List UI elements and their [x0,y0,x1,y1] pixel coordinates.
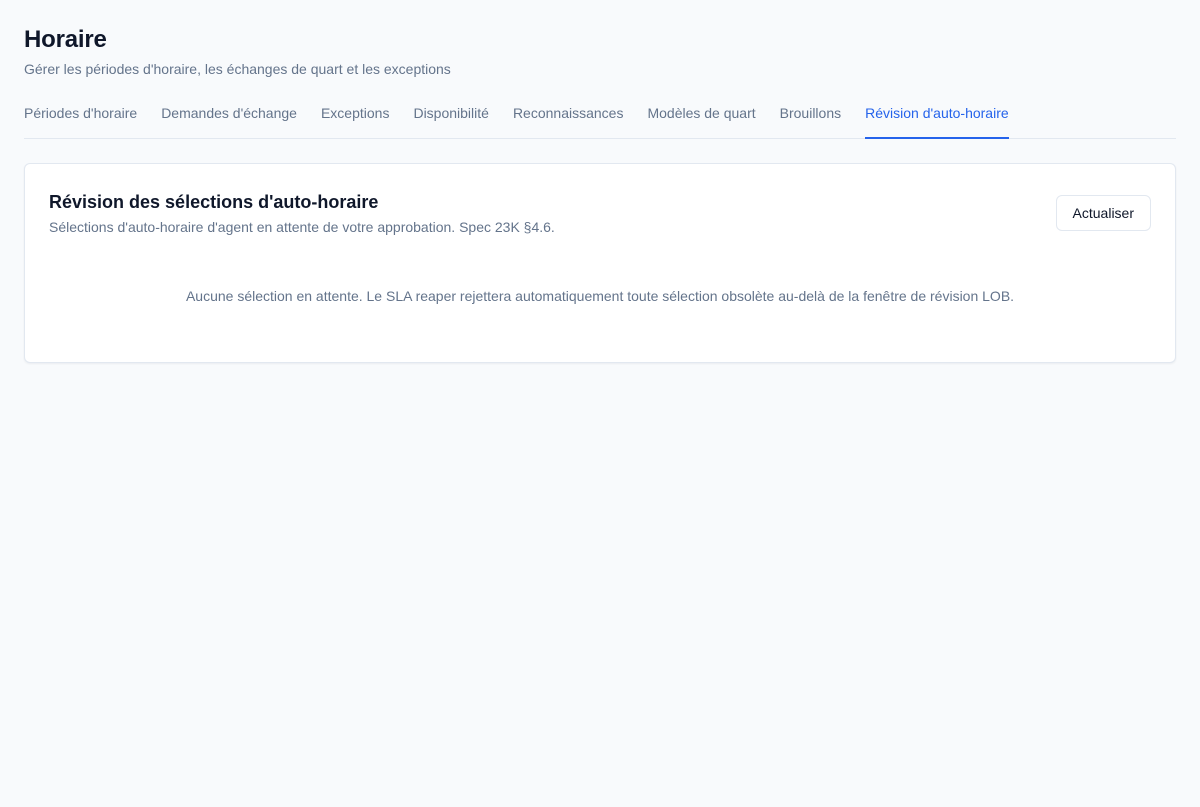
empty-state-message: Aucune sélection en attente. Le SLA reap… [185,288,1015,304]
card-description: Sélections d'auto-horaire d'agent en att… [49,219,555,235]
tab-availability[interactable]: Disponibilité [413,103,488,139]
tab-schedule-periods[interactable]: Périodes d'horaire [24,103,137,139]
tab-shift-templates[interactable]: Modèles de quart [647,103,755,139]
tab-bar: Périodes d'horaire Demandes d'échange Ex… [24,103,1176,139]
schedule-page: Horaire Gérer les périodes d'horaire, le… [0,0,1200,807]
refresh-button[interactable]: Actualiser [1055,195,1151,231]
tab-acknowledgements[interactable]: Reconnaissances [513,103,624,139]
card-header: Révision des sélections d'auto-horaire S… [25,164,1175,237]
page-title: Horaire [24,26,107,53]
card-heading-group: Révision des sélections d'auto-horaire S… [49,190,555,237]
card-title: Révision des sélections d'auto-horaire [49,192,379,212]
auto-schedule-review-card: Révision des sélections d'auto-horaire S… [24,163,1176,363]
page-subtitle: Gérer les périodes d'horaire, les échang… [24,61,451,77]
tab-auto-schedule-review[interactable]: Révision d'auto-horaire [865,103,1009,139]
tab-swap-requests[interactable]: Demandes d'échange [161,103,297,139]
tab-exceptions[interactable]: Exceptions [321,103,389,139]
tab-drafts[interactable]: Brouillons [780,103,841,139]
